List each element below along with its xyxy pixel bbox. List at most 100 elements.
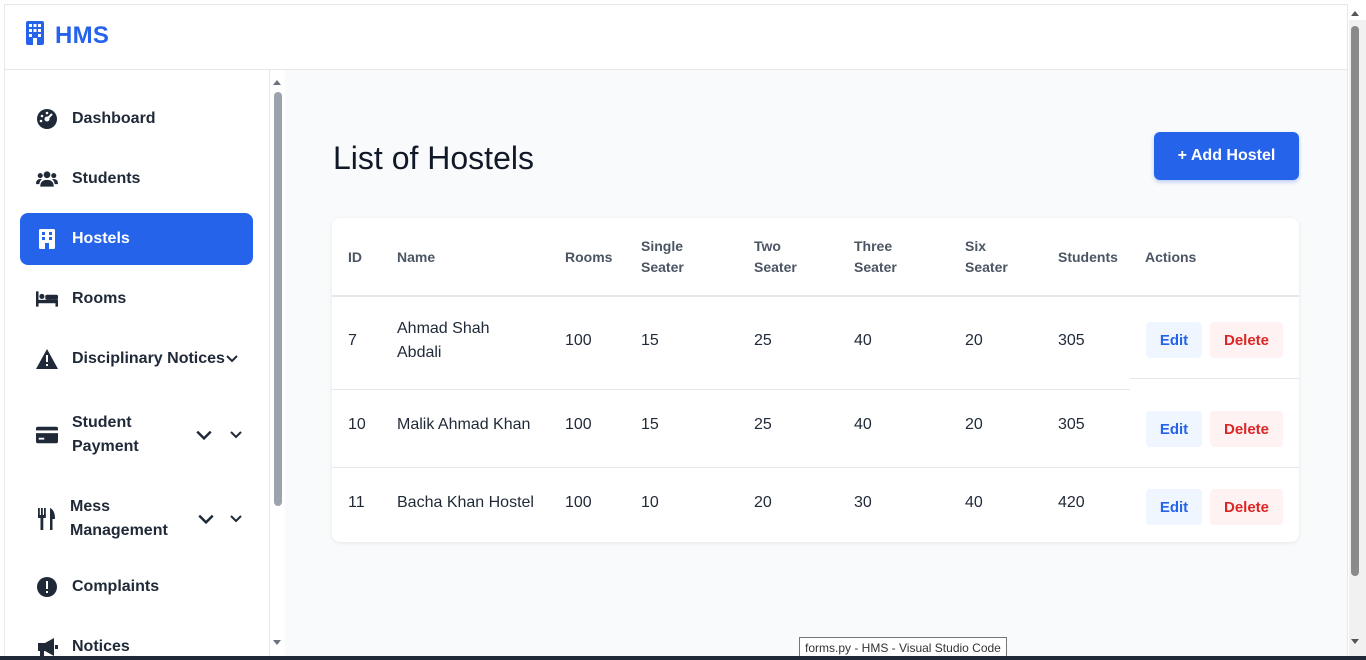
column-header-line: Seater: [854, 259, 897, 275]
scroll-down-arrow-icon[interactable]: [272, 639, 282, 647]
sidebar-item-hostels[interactable]: Hostels: [20, 213, 253, 265]
cell-rooms: 100: [565, 494, 592, 511]
cell-rooms: 100: [565, 416, 592, 433]
column-header-two-seater: Two Seater: [754, 236, 797, 278]
sidebar-scroll-thumb[interactable]: [274, 92, 282, 506]
sidebar-item-dashboard[interactable]: Dashboard: [20, 93, 253, 145]
utensils-icon: [36, 508, 58, 530]
edit-button[interactable]: Edit: [1146, 411, 1202, 447]
sidebar-item-complaints[interactable]: Complaints: [20, 561, 253, 613]
cell-rooms: 100: [565, 332, 592, 349]
cell-three-seater: 40: [854, 332, 872, 349]
cell-six-seater: 40: [965, 494, 983, 511]
dashboard-gauge-icon: [36, 108, 58, 130]
building-icon: [36, 228, 58, 250]
sidebar-item-label: Students: [72, 170, 141, 187]
cell-name: Ahmad Shah: [397, 320, 490, 337]
chevron-down-icon[interactable]: [195, 426, 213, 444]
column-header-id: ID: [348, 249, 362, 265]
edit-button[interactable]: Edit: [1146, 322, 1202, 358]
credit-card-icon: [36, 424, 58, 446]
sidebar-item-mess-management[interactable]: Mess Management: [20, 489, 253, 549]
brand-title: HMS: [55, 21, 110, 49]
delete-button[interactable]: Delete: [1210, 322, 1283, 358]
app-window: HMS Dashboard Students Hostels Rooms Dis…: [4, 4, 1348, 656]
cell-students: 305: [1058, 332, 1085, 349]
column-header-six-seater: Six Seater: [965, 236, 1008, 278]
add-hostel-button[interactable]: + Add Hostel: [1154, 132, 1299, 180]
cell-three-seater: 40: [854, 416, 872, 433]
sidebar-item-label: Dashboard: [72, 110, 156, 127]
sidebar-item-label: Notices: [72, 638, 130, 655]
cell-single-seater: 15: [641, 332, 659, 349]
bed-icon: [36, 288, 58, 310]
header-divider: [332, 295, 1299, 297]
column-header-line: Seater: [754, 259, 797, 275]
column-header-actions: Actions: [1145, 249, 1197, 265]
sidebar-item-students[interactable]: Students: [20, 153, 253, 205]
column-header-line: Three: [854, 238, 893, 254]
page-title: List of Hostels: [333, 140, 534, 176]
column-header-rooms: Rooms: [565, 249, 613, 265]
cell-name: Bacha Khan Hostel: [397, 494, 534, 511]
cell-two-seater: 25: [754, 332, 772, 349]
scroll-down-arrow-icon[interactable]: [1350, 638, 1360, 646]
cell-six-seater: 20: [965, 416, 983, 433]
building-icon: [25, 21, 45, 50]
sidebar-item-label: Payment: [72, 438, 139, 455]
delete-button[interactable]: Delete: [1210, 489, 1283, 525]
sidebar-item-notices[interactable]: Notices: [20, 621, 253, 656]
cell-two-seater: 20: [754, 494, 772, 511]
sidebar-item-label: Student: [72, 414, 132, 431]
cell-six-seater: 20: [965, 332, 983, 349]
column-header-name: Name: [397, 249, 436, 265]
cell-single-seater: 10: [641, 494, 659, 511]
sidebar-item-label: Rooms: [72, 290, 127, 307]
cell-id: 11: [348, 494, 365, 511]
column-header-students: Students: [1058, 249, 1118, 265]
sidebar-item-disciplinary-notices[interactable]: Disciplinary Notices: [20, 333, 253, 385]
sidebar-item-label: Management: [70, 522, 168, 539]
cell-students: 420: [1058, 494, 1085, 511]
row-divider: [332, 467, 1299, 468]
row-divider: [332, 389, 1130, 390]
column-header-line: Two: [754, 238, 781, 254]
column-header-line: Seater: [641, 259, 684, 275]
column-header-line: Six: [965, 238, 987, 254]
scroll-up-arrow-icon[interactable]: [272, 78, 282, 86]
delete-button[interactable]: Delete: [1210, 411, 1283, 447]
scroll-up-arrow-icon[interactable]: [1350, 9, 1360, 17]
cell-students: 305: [1058, 416, 1085, 433]
chevron-down-icon[interactable]: [228, 427, 244, 443]
cell-name: Malik Ahmad Khan: [397, 416, 531, 433]
top-bar: HMS: [5, 5, 1347, 70]
sidebar: Dashboard Students Hostels Rooms Discipl: [5, 70, 270, 656]
megaphone-icon: [36, 636, 58, 656]
row-divider: [1130, 378, 1299, 379]
column-header-single-seater: Single Seater: [641, 236, 684, 278]
sidebar-item-label: Complaints: [72, 578, 160, 595]
hostels-table: ID Name Rooms Single Seater Two Seater Thr…: [332, 218, 1299, 542]
edit-button[interactable]: Edit: [1146, 489, 1202, 525]
chevron-down-icon[interactable]: [197, 510, 215, 528]
sidebar-item-student-payment[interactable]: Student Payment: [20, 405, 253, 465]
warning-triangle-icon: [36, 348, 58, 370]
window-scroll-thumb[interactable]: [1351, 26, 1359, 576]
chevron-down-icon[interactable]: [228, 511, 244, 527]
exclamation-circle-icon: [36, 576, 58, 598]
column-header-line: Seater: [965, 259, 1008, 275]
cell-id: 10: [348, 416, 366, 433]
sidebar-item-label: Hostels: [72, 230, 130, 247]
column-header-three-seater: Three Seater: [854, 236, 897, 278]
chevron-down-icon[interactable]: [224, 351, 240, 367]
cell-single-seater: 15: [641, 416, 659, 433]
sidebar-item-rooms[interactable]: Rooms: [20, 273, 253, 325]
column-header-line: Single: [641, 238, 684, 254]
users-icon: [36, 168, 58, 190]
cell-two-seater: 25: [754, 416, 772, 433]
taskbar-edge: [0, 656, 1366, 660]
sidebar-item-label: Mess: [70, 498, 111, 515]
brand[interactable]: HMS: [25, 21, 109, 50]
sidebar-item-label: Disciplinary Notices: [72, 350, 225, 367]
cell-name: Abdali: [397, 344, 442, 361]
